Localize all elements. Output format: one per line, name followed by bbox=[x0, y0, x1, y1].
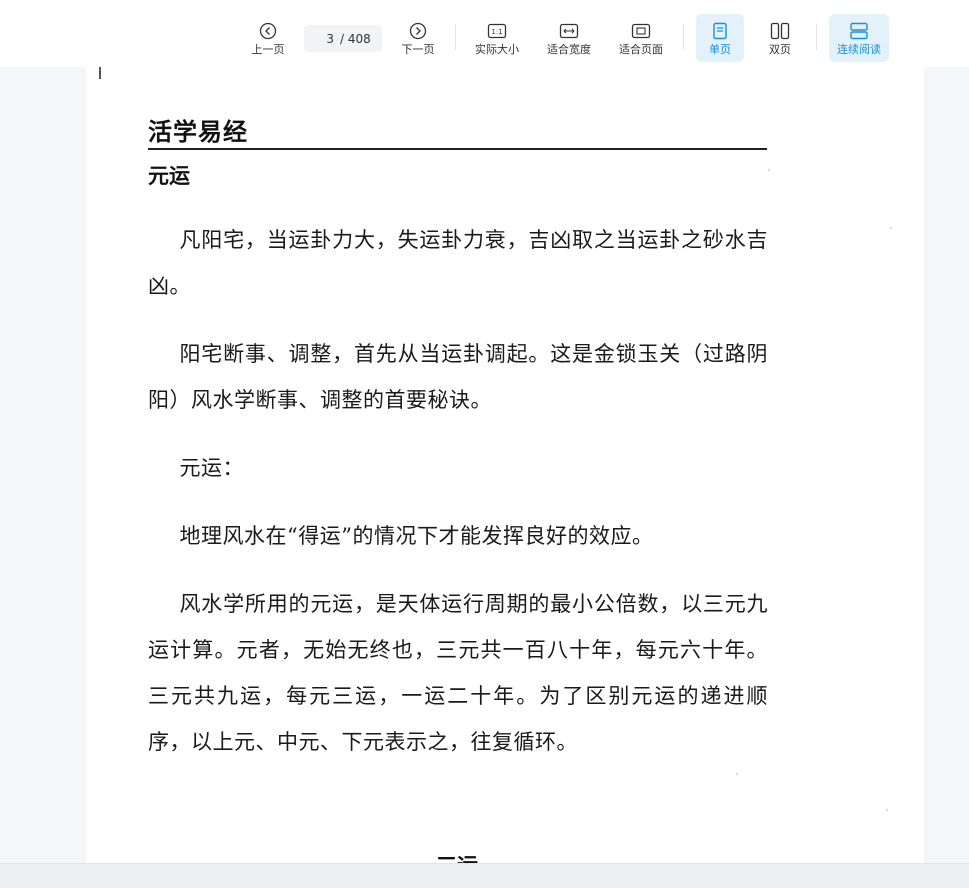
section-title: 元运 bbox=[148, 163, 190, 188]
double-page-button[interactable]: 双页 bbox=[756, 14, 804, 62]
header-rule bbox=[148, 148, 767, 150]
toolbar: 上一页 / 408 下一页 1:1 实际大小 适合宽度 适合页面 单页 bbox=[0, 0, 969, 67]
single-page-button[interactable]: 单页 bbox=[696, 14, 744, 62]
actual-size-icon: 1:1 bbox=[487, 20, 507, 42]
page-number-box: / 408 bbox=[304, 25, 382, 52]
prev-page-button[interactable]: 上一页 bbox=[246, 14, 290, 62]
next-page-heading-partial: 三运 bbox=[436, 853, 480, 863]
scan-speck bbox=[886, 809, 888, 811]
chevron-left-circle-icon bbox=[259, 20, 277, 42]
continuous-reading-label: 连续阅读 bbox=[837, 43, 881, 56]
paragraph: 阳宅断事、调整，首先从当运卦调起。这是金锁玉关（过路阴阳）风水学断事、调整的首要… bbox=[148, 342, 768, 412]
document-page: 活学易经 元运 凡阳宅，当运卦力大，失运卦力衰，吉凶取之当运卦之砂水吉凶。 阳宅… bbox=[86, 67, 924, 863]
toolbar-divider bbox=[455, 24, 456, 50]
single-page-label: 单页 bbox=[709, 43, 731, 56]
continuous-reading-button[interactable]: 连续阅读 bbox=[829, 14, 889, 62]
chevron-right-circle-icon bbox=[409, 20, 427, 42]
actual-size-button[interactable]: 1:1 实际大小 bbox=[470, 14, 524, 62]
next-page-heading-text: 三运 bbox=[436, 855, 480, 863]
running-header-title: 活学易经 bbox=[148, 117, 248, 146]
next-page-button[interactable]: 下一页 bbox=[396, 14, 440, 62]
fit-page-label: 适合页面 bbox=[619, 43, 663, 56]
page-number-input[interactable] bbox=[306, 31, 334, 46]
prev-page-label: 上一页 bbox=[251, 43, 285, 56]
double-page-label: 双页 bbox=[769, 43, 791, 56]
paragraph: 地理风水在“得运”的情况下才能发挥良好的效应。 bbox=[179, 524, 654, 548]
vertical-scrollbar[interactable] bbox=[963, 67, 969, 863]
fit-page-icon bbox=[631, 20, 651, 42]
total-pages: / 408 bbox=[340, 31, 371, 46]
document-viewer[interactable]: 活学易经 元运 凡阳宅，当运卦力大，失运卦力衰，吉凶取之当运卦之砂水吉凶。 阳宅… bbox=[0, 67, 969, 863]
fit-width-button[interactable]: 适合宽度 bbox=[542, 14, 596, 62]
single-page-icon bbox=[712, 20, 728, 42]
fit-page-button[interactable]: 适合页面 bbox=[614, 14, 668, 62]
body-text: 凡阳宅，当运卦力大，失运卦力衰，吉凶取之当运卦之砂水吉凶。 阳宅断事、调整，首先… bbox=[148, 217, 768, 787]
scan-speck bbox=[890, 227, 892, 229]
toolbar-divider bbox=[683, 24, 684, 50]
fit-width-label: 适合宽度 bbox=[547, 43, 591, 56]
scan-speck bbox=[768, 169, 770, 171]
continuous-scroll-icon bbox=[849, 20, 869, 42]
fit-width-icon bbox=[559, 20, 579, 42]
paragraph: 风水学所用的元运，是天体运行周期的最小公倍数，以三元九运计算。元者，无始无终也，… bbox=[148, 592, 768, 754]
double-page-icon bbox=[770, 20, 790, 42]
horizontal-scrollbar[interactable] bbox=[0, 863, 969, 888]
svg-text:1:1: 1:1 bbox=[491, 28, 502, 36]
paragraph: 凡阳宅，当运卦力大，失运卦力衰，吉凶取之当运卦之砂水吉凶。 bbox=[148, 228, 768, 298]
actual-size-label: 实际大小 bbox=[475, 43, 519, 56]
next-page-label: 下一页 bbox=[401, 43, 435, 56]
toolbar-divider bbox=[816, 24, 817, 50]
scan-mark bbox=[99, 67, 101, 79]
paragraph: 元运： bbox=[179, 456, 244, 480]
